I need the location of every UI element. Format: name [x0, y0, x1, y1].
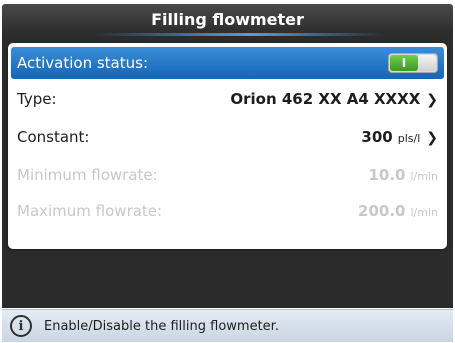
constant-value: 300 — [361, 128, 393, 146]
toggle-on-indicator: I — [390, 55, 418, 71]
constant-unit: pls/l — [397, 132, 421, 145]
content-area: Activation status: I Type: Orion 462 XX … — [2, 36, 453, 308]
maximum-flowrate-row: Maximum flowrate: 200.0 l/min — [11, 195, 444, 227]
toggle-knob — [418, 55, 436, 71]
minimum-flowrate-unit: l/min — [410, 170, 438, 183]
window-title: Filling flowmeter — [2, 4, 453, 34]
constant-value-group: 300 pls/l ❯ — [361, 128, 438, 146]
status-text: Enable/Disable the filling flowmeter. — [44, 318, 279, 334]
minimum-flowrate-value-group: 10.0 l/min — [368, 166, 438, 184]
activation-toggle[interactable]: I — [388, 53, 438, 73]
chevron-right-icon: ❯ — [426, 130, 438, 146]
screen: Filling flowmeter Activation status: I T… — [0, 0, 455, 343]
minimum-flowrate-label: Minimum flowrate: — [17, 166, 158, 184]
maximum-flowrate-label: Maximum flowrate: — [17, 202, 163, 220]
minimum-flowrate-value: 10.0 — [368, 166, 406, 184]
status-bar: i Enable/Disable the filling flowmeter. — [2, 309, 453, 342]
maximum-flowrate-unit: l/min — [410, 206, 438, 219]
type-label: Type: — [17, 90, 57, 108]
maximum-flowrate-value: 200.0 — [358, 202, 406, 220]
constant-row[interactable]: Constant: 300 pls/l ❯ — [11, 121, 444, 153]
constant-label: Constant: — [17, 128, 90, 146]
type-value-group: Orion 462 XX A4 XXXX ❯ — [230, 90, 438, 108]
activation-status-row[interactable]: Activation status: I — [11, 47, 444, 79]
type-value: Orion 462 XX A4 XXXX — [230, 90, 421, 108]
info-icon: i — [10, 315, 32, 337]
type-row[interactable]: Type: Orion 462 XX A4 XXXX ❯ — [11, 83, 444, 115]
chevron-right-icon: ❯ — [426, 92, 438, 108]
activation-status-label: Activation status: — [17, 54, 149, 72]
minimum-flowrate-row: Minimum flowrate: 10.0 l/min — [11, 159, 444, 191]
settings-panel: Activation status: I Type: Orion 462 XX … — [8, 43, 447, 249]
maximum-flowrate-value-group: 200.0 l/min — [358, 202, 438, 220]
